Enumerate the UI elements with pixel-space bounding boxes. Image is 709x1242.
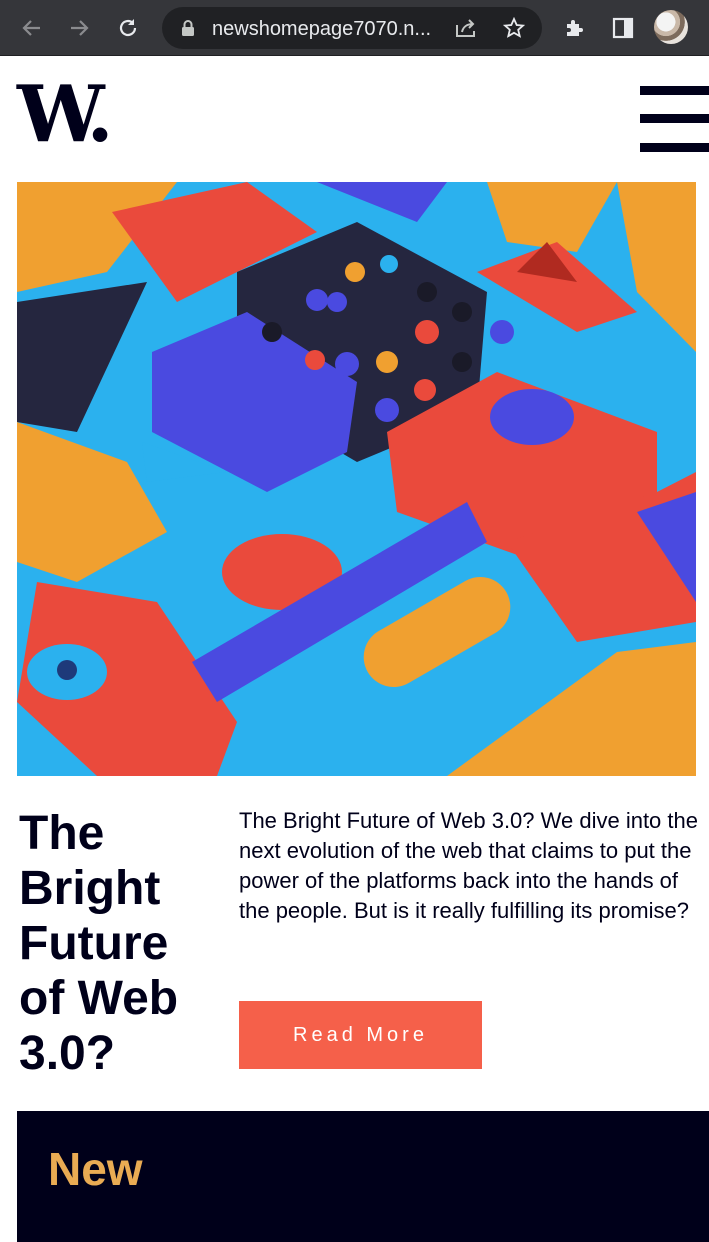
lock-icon[interactable] bbox=[176, 16, 200, 40]
new-section-title: New bbox=[48, 1143, 143, 1195]
read-more-button[interactable]: Read More bbox=[239, 1001, 482, 1069]
forward-arrow-icon[interactable] bbox=[63, 12, 95, 44]
url-text[interactable]: newshomepage7070.n... bbox=[212, 18, 431, 41]
hamburger-menu-icon[interactable] bbox=[640, 86, 709, 152]
site-logo[interactable]: W. bbox=[17, 76, 114, 154]
new-section: New bbox=[17, 1111, 709, 1242]
profile-avatar[interactable] bbox=[654, 10, 688, 44]
back-arrow-icon[interactable] bbox=[16, 12, 48, 44]
browser-toolbar: newshomepage7070.n... bbox=[0, 0, 709, 56]
star-icon[interactable] bbox=[502, 16, 526, 40]
article-headline: The Bright Future of Web 3.0? bbox=[19, 807, 179, 1080]
article-description: The Bright Future of Web 3.0? We dive in… bbox=[239, 808, 698, 923]
reload-icon[interactable] bbox=[112, 12, 144, 44]
share-icon[interactable] bbox=[454, 16, 478, 40]
side-panel-icon[interactable] bbox=[607, 12, 639, 44]
extensions-icon[interactable] bbox=[558, 12, 590, 44]
hero-image bbox=[17, 182, 696, 776]
address-bar[interactable]: newshomepage7070.n... bbox=[162, 7, 542, 49]
